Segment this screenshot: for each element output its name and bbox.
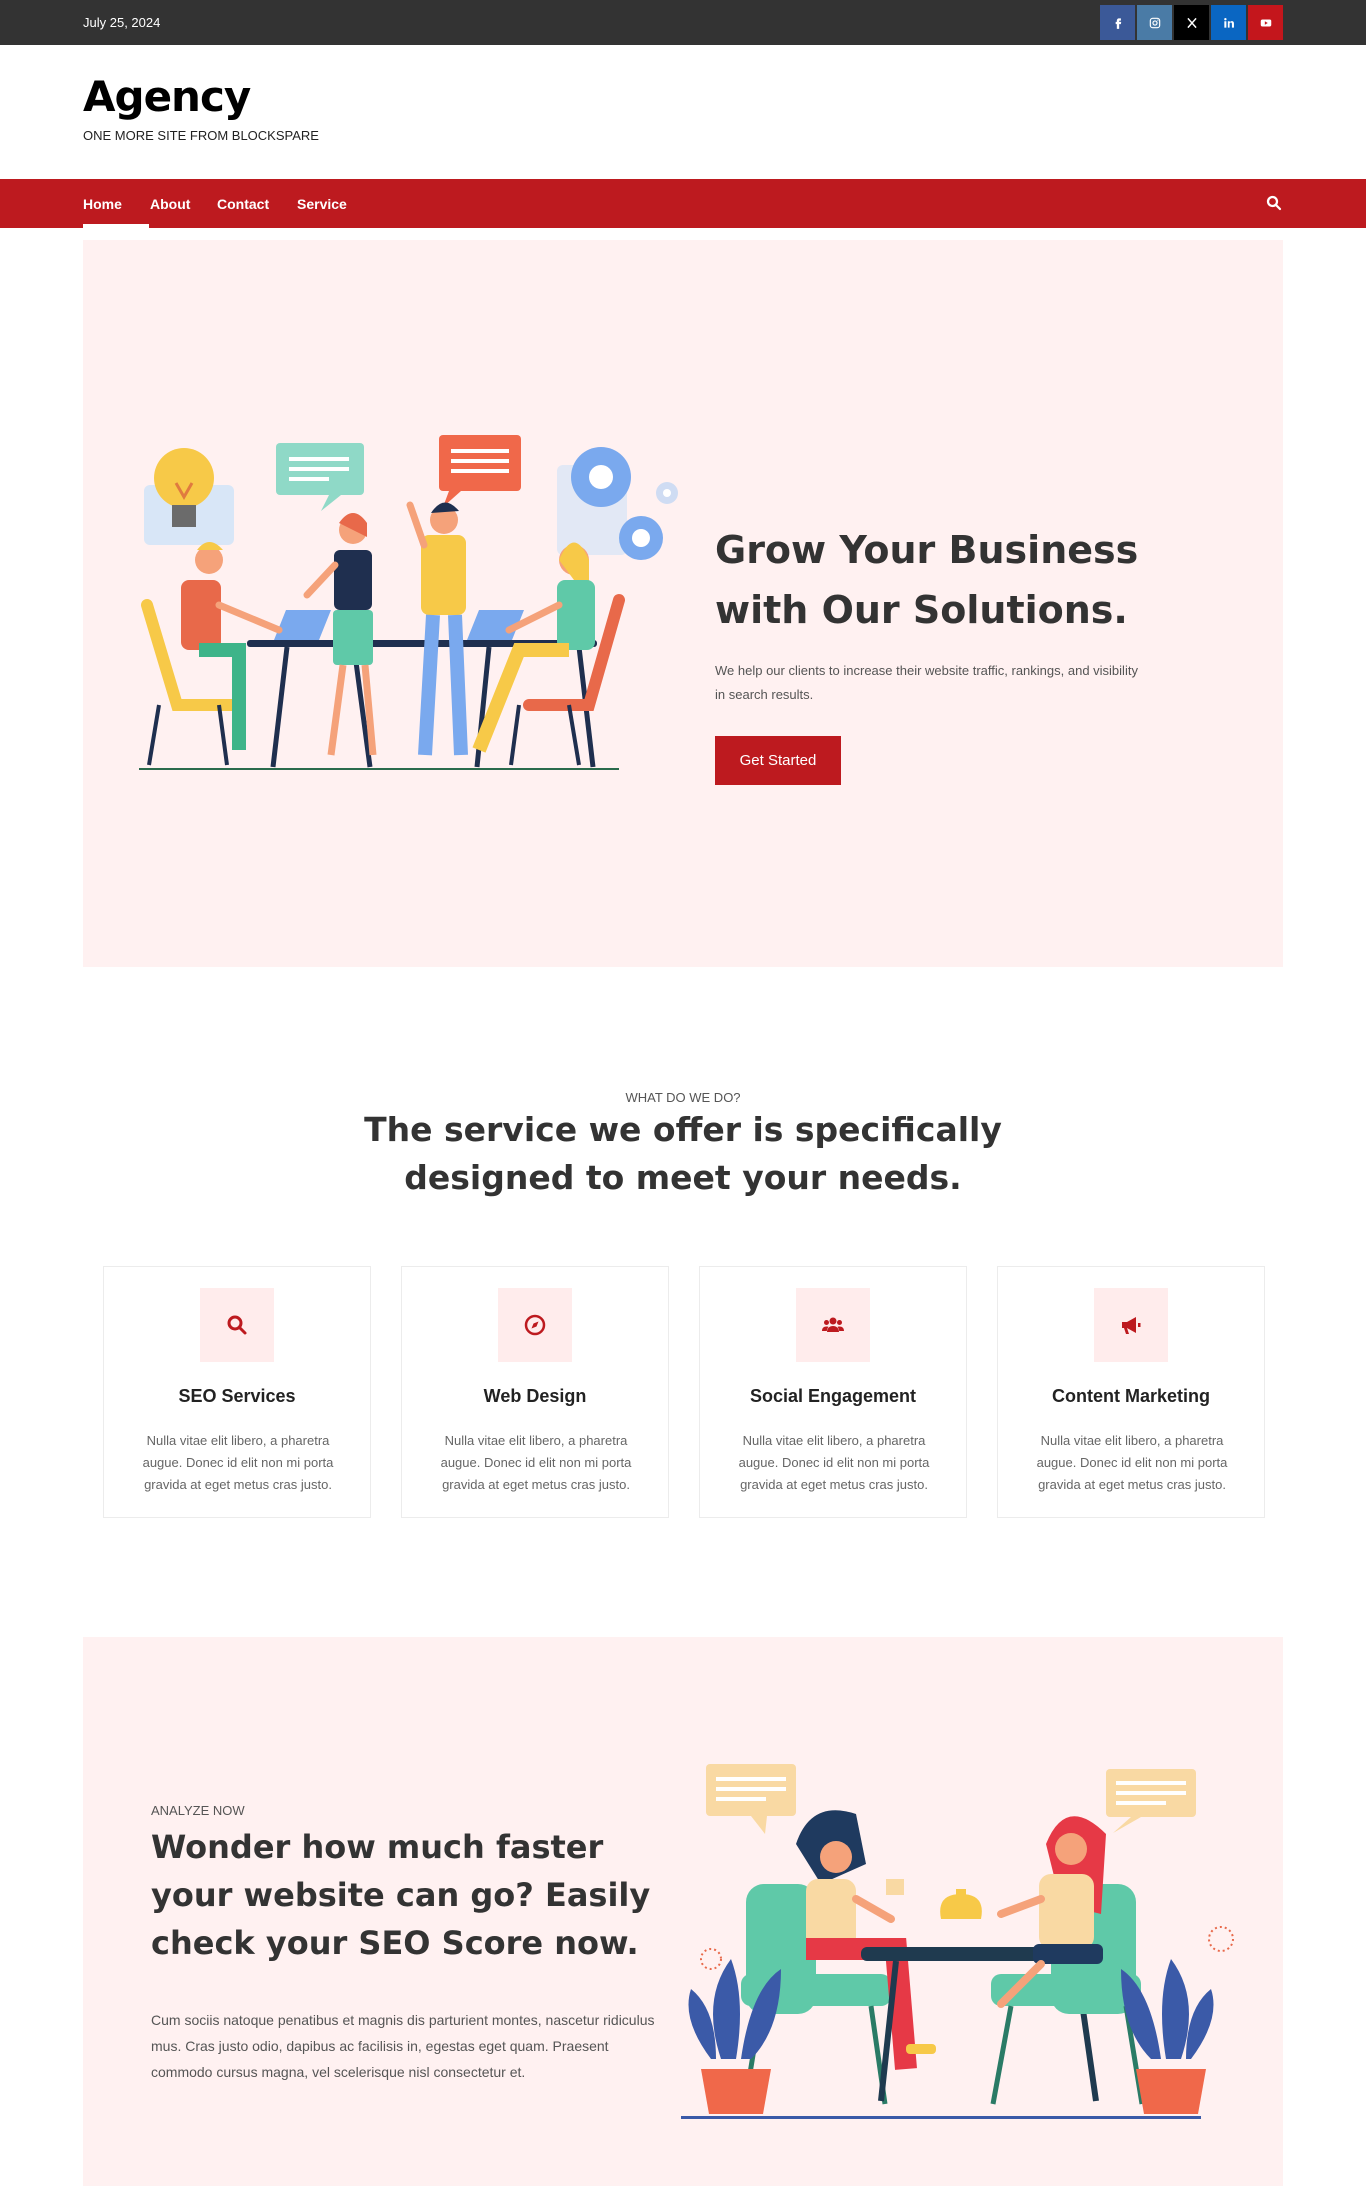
- search-icon[interactable]: [1265, 194, 1283, 212]
- analyze-title: Wonder how much faster your website can …: [151, 1828, 651, 1962]
- search-icon: [200, 1288, 274, 1362]
- megaphone-icon: [1094, 1288, 1168, 1362]
- analyze-description: Cum sociis natoque penatibus et magnis d…: [151, 2012, 655, 2080]
- service-name: Content Marketing: [1051, 1386, 1210, 1406]
- social-links: [1100, 5, 1283, 40]
- compass-icon: [498, 1288, 572, 1362]
- active-nav-indicator: [83, 224, 149, 228]
- hero-section: Grow Your Business with Our Solutions. W…: [83, 240, 1283, 967]
- service-name: Web Design: [483, 1386, 587, 1406]
- hero-title-line-1: Grow Your Business: [715, 528, 1139, 572]
- service-card-seo[interactable]: SEO Services Nulla vitae elit libero, a …: [103, 1266, 371, 1518]
- service-name: Social Engagement: [749, 1386, 917, 1406]
- service-card-web-design[interactable]: Web Design Nulla vitae elit libero, a ph…: [401, 1266, 669, 1518]
- service-description: Nulla vitae elit libero, a pharetra augu…: [1036, 1433, 1228, 1492]
- nav-item-contact[interactable]: Contact: [217, 196, 269, 212]
- services-kicker: WHAT DO WE DO?: [625, 1090, 741, 1105]
- nav-item-service[interactable]: Service: [297, 196, 347, 212]
- coffee-chat-illustration: [681, 1764, 1234, 2119]
- youtube-icon[interactable]: [1248, 5, 1283, 40]
- analyze-kicker: ANALYZE NOW: [151, 1803, 245, 1818]
- analyze-section: ANALYZE NOW Wonder how much faster your …: [83, 1637, 1283, 2186]
- current-date: July 25, 2024: [83, 15, 161, 30]
- instagram-icon[interactable]: [1137, 5, 1172, 40]
- hero-title: Grow Your Business with Our Solutions.: [715, 520, 1235, 640]
- service-card-social-engagement[interactable]: Social Engagement Nulla vitae elit liber…: [699, 1266, 967, 1518]
- service-description: Nulla vitae elit libero, a pharetra augu…: [440, 1433, 632, 1492]
- x-icon[interactable]: [1174, 5, 1209, 40]
- hero-title-line-2: with Our Solutions.: [715, 588, 1128, 632]
- team-meeting-illustration: [139, 435, 678, 770]
- main-nav: Home About Contact Service: [0, 179, 1366, 228]
- get-started-button[interactable]: Get Started: [715, 736, 841, 785]
- users-icon: [796, 1288, 870, 1362]
- facebook-icon[interactable]: [1100, 5, 1135, 40]
- site-title[interactable]: Agency: [83, 72, 251, 121]
- service-description: Nulla vitae elit libero, a pharetra augu…: [142, 1433, 334, 1492]
- service-name: SEO Services: [178, 1386, 296, 1406]
- hero-description: We help our clients to increase their we…: [715, 663, 1138, 702]
- site-tagline: ONE MORE SITE FROM BLOCKSPARE: [83, 128, 319, 143]
- nav-item-about[interactable]: About: [150, 196, 190, 212]
- linkedin-icon[interactable]: [1211, 5, 1246, 40]
- nav-item-home[interactable]: Home: [83, 196, 122, 212]
- service-description: Nulla vitae elit libero, a pharetra augu…: [738, 1433, 930, 1492]
- services-title: The service we offer is specifically des…: [364, 1110, 1002, 1197]
- top-bar: July 25, 2024: [0, 0, 1366, 45]
- service-card-content-marketing[interactable]: Content Marketing Nulla vitae elit liber…: [997, 1266, 1265, 1518]
